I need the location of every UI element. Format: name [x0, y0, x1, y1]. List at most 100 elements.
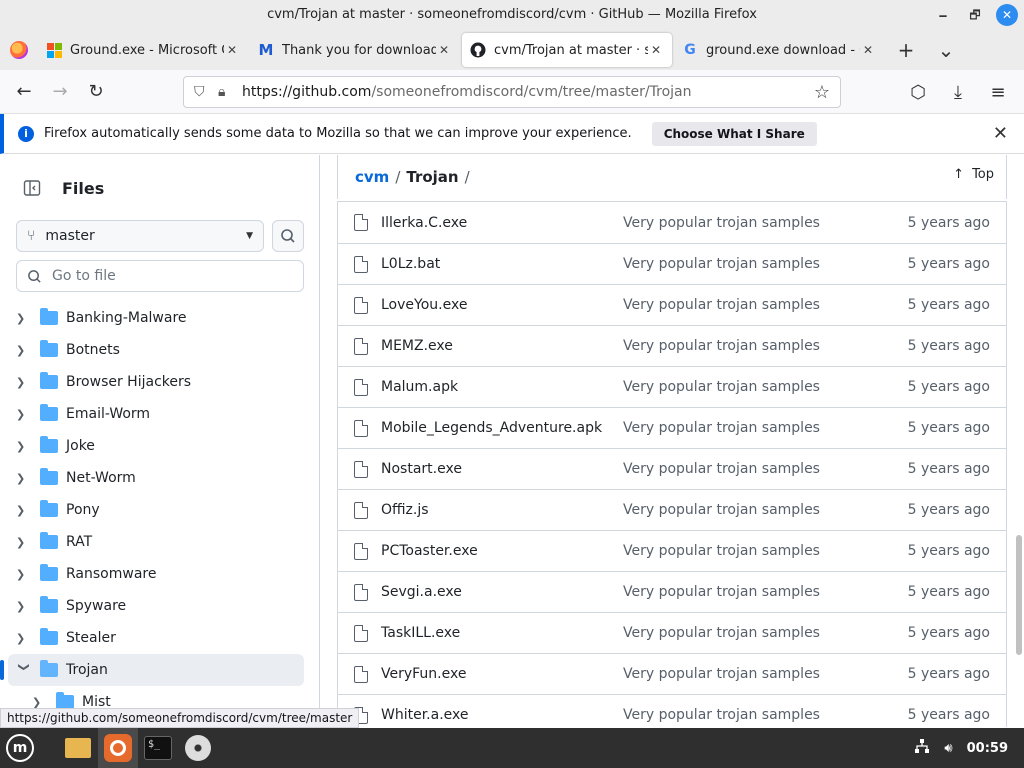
chevron-right-icon[interactable]: ❯ [16, 600, 32, 613]
file-name-link[interactable]: TaskILL.exe [381, 625, 623, 641]
commit-message-link[interactable]: Very popular trojan samples [623, 502, 908, 518]
volume-icon[interactable]: 🔊︎ [944, 741, 952, 756]
commit-message-link[interactable]: Very popular trojan samples [623, 215, 908, 231]
commit-message-link[interactable]: Very popular trojan samples [623, 379, 908, 395]
commit-message-link[interactable]: Very popular trojan samples [623, 625, 908, 641]
breadcrumb-repo-link[interactable]: cvm [355, 168, 389, 186]
commit-message-link[interactable]: Very popular trojan samples [623, 338, 908, 354]
table-row[interactable]: Malum.apk Very popular trojan samples 5 ye… [338, 366, 1006, 407]
chevron-right-icon[interactable]: ❯ [16, 440, 32, 453]
table-row[interactable]: TaskILL.exe Very popular trojan samples 5 … [338, 612, 1006, 653]
commit-message-link[interactable]: Very popular trojan samples [623, 666, 908, 682]
tree-item-joke[interactable]: ❯ Joke [8, 430, 304, 462]
chevron-right-icon[interactable]: ❯ [16, 408, 32, 421]
network-icon[interactable] [914, 738, 930, 758]
file-name-link[interactable]: Offiz.js [381, 502, 623, 518]
disc-launcher[interactable] [178, 728, 218, 768]
tracking-shield-icon[interactable]: ⛉ [194, 84, 218, 100]
tree-item-rat[interactable]: ❯ RAT [8, 526, 304, 558]
clock[interactable]: 00:59 [967, 741, 1008, 756]
reload-button[interactable]: ↻ [78, 76, 114, 108]
close-notification-icon[interactable]: ✕ [993, 123, 1008, 144]
file-name-link[interactable]: LoveYou.exe [381, 297, 623, 313]
chevron-down-icon[interactable]: ❯ [18, 662, 31, 678]
file-name-link[interactable]: PCToaster.exe [381, 543, 623, 559]
commit-message-link[interactable]: Very popular trojan samples [623, 420, 908, 436]
file-name-link[interactable]: Mobile_Legends_Adventure.apk [381, 420, 623, 436]
chevron-right-icon[interactable]: ❯ [16, 504, 32, 517]
tab-microsoft[interactable]: Ground.exe - Microsoft Com ✕ [38, 33, 248, 67]
close-window-button[interactable]: ✕ [996, 4, 1018, 26]
terminal-launcher[interactable]: $_ [138, 728, 178, 768]
maximize-button[interactable]: 🗗 [964, 4, 986, 26]
firefox-launcher[interactable] [98, 728, 138, 768]
tree-item-banking-malware[interactable]: ❯ Banking-Malware [8, 302, 304, 334]
tab-google[interactable]: G ground.exe download - Goo ✕ [674, 33, 884, 67]
table-row[interactable]: L0Lz.bat Very popular trojan samples 5 yea… [338, 243, 1006, 284]
pocket-icon[interactable]: ⬡ [900, 76, 936, 108]
files-launcher[interactable] [58, 728, 98, 768]
commit-message-link[interactable]: Very popular trojan samples [623, 707, 908, 723]
chevron-right-icon[interactable]: ❯ [32, 696, 48, 709]
tree-item-spyware[interactable]: ❯ Spyware [8, 590, 304, 622]
tree-item-net-worm[interactable]: ❯ Net-Worm [8, 462, 304, 494]
firefox-view-button[interactable] [0, 30, 38, 70]
page-scrollbar[interactable] [1016, 535, 1022, 655]
tree-item-trojan[interactable]: ❯ Trojan [0, 654, 304, 686]
table-row[interactable]: Illerka.C.exe Very popular trojan samples… [338, 202, 1006, 243]
file-name-link[interactable]: Whiter.a.exe [381, 707, 623, 723]
file-name-link[interactable]: VeryFun.exe [381, 666, 623, 682]
table-row[interactable]: PCToaster.exe Very popular trojan samples… [338, 530, 1006, 571]
chevron-right-icon[interactable]: ❯ [16, 536, 32, 549]
tree-item-pony[interactable]: ❯ Pony [8, 494, 304, 526]
tree-item-email-worm[interactable]: ❯ Email-Worm [8, 398, 304, 430]
menu-icon[interactable]: ≡ [980, 76, 1016, 108]
tab-github[interactable]: cvm/Trojan at master · some ✕ [462, 33, 672, 67]
file-name-link[interactable]: Illerka.C.exe [381, 215, 623, 231]
table-row[interactable]: Offiz.js Very popular trojan samples 5 yea… [338, 489, 1006, 530]
tree-item-botnets[interactable]: ❯ Botnets [8, 334, 304, 366]
tree-item-ransomware[interactable]: ❯ Ransomware [8, 558, 304, 590]
collapse-sidebar-icon[interactable] [16, 175, 48, 201]
tree-item-browser-hijackers[interactable]: ❯ Browser Hijackers [8, 366, 304, 398]
table-row[interactable]: VeryFun.exe Very popular trojan samples 5 … [338, 653, 1006, 694]
chevron-right-icon[interactable]: ❯ [16, 344, 32, 357]
commit-message-link[interactable]: Very popular trojan samples [623, 543, 908, 559]
url-bar[interactable]: ⛉ 🔒︎ https://github.com/someonefromdisco… [183, 76, 841, 108]
tree-item-stealer[interactable]: ❯ Stealer [8, 622, 304, 654]
start-menu-button[interactable]: m [0, 728, 40, 768]
table-row[interactable]: Mobile_Legends_Adventure.apk Very popular… [338, 407, 1006, 448]
table-row[interactable]: Whiter.a.exe Very popular trojan samples 5… [338, 694, 1006, 727]
back-button[interactable]: ← [6, 76, 42, 108]
tab-close-icon[interactable]: ✕ [648, 43, 664, 57]
new-tab-button[interactable]: + [886, 33, 926, 67]
go-to-file-input[interactable]: Go to file [16, 260, 304, 292]
bookmark-star-icon[interactable]: ☆ [814, 82, 830, 103]
lock-icon[interactable]: 🔒︎ [218, 84, 242, 100]
branch-selector[interactable]: ⑂ master ▼ [16, 220, 264, 252]
forward-button[interactable]: → [42, 76, 78, 108]
tab-close-icon[interactable]: ✕ [224, 43, 240, 57]
choose-what-i-share-button[interactable]: Choose What I Share [651, 121, 817, 146]
minimize-button[interactable]: 🗕 [932, 4, 954, 26]
file-name-link[interactable]: Sevgi.a.exe [381, 584, 623, 600]
commit-message-link[interactable]: Very popular trojan samples [623, 584, 908, 600]
chevron-right-icon[interactable]: ❯ [16, 568, 32, 581]
chevron-right-icon[interactable]: ❯ [16, 632, 32, 645]
tab-close-icon[interactable]: ✕ [860, 43, 876, 57]
chevron-right-icon[interactable]: ❯ [16, 312, 32, 325]
search-button[interactable] [272, 220, 304, 252]
file-name-link[interactable]: Nostart.exe [381, 461, 623, 477]
file-name-link[interactable]: MEMZ.exe [381, 338, 623, 354]
commit-message-link[interactable]: Very popular trojan samples [623, 256, 908, 272]
downloads-icon[interactable]: ⤓ [940, 76, 976, 108]
table-row[interactable]: MEMZ.exe Very popular trojan samples 5 yea… [338, 325, 1006, 366]
chevron-right-icon[interactable]: ❯ [16, 472, 32, 485]
table-row[interactable]: LoveYou.exe Very popular trojan samples 5 … [338, 284, 1006, 325]
file-name-link[interactable]: Malum.apk [381, 379, 623, 395]
commit-message-link[interactable]: Very popular trojan samples [623, 297, 908, 313]
table-row[interactable]: Nostart.exe Very popular trojan samples 5 … [338, 448, 1006, 489]
chevron-right-icon[interactable]: ❯ [16, 376, 32, 389]
tab-close-icon[interactable]: ✕ [436, 43, 452, 57]
tab-malwarebytes[interactable]: M Thank you for downloading ✕ [250, 33, 460, 67]
